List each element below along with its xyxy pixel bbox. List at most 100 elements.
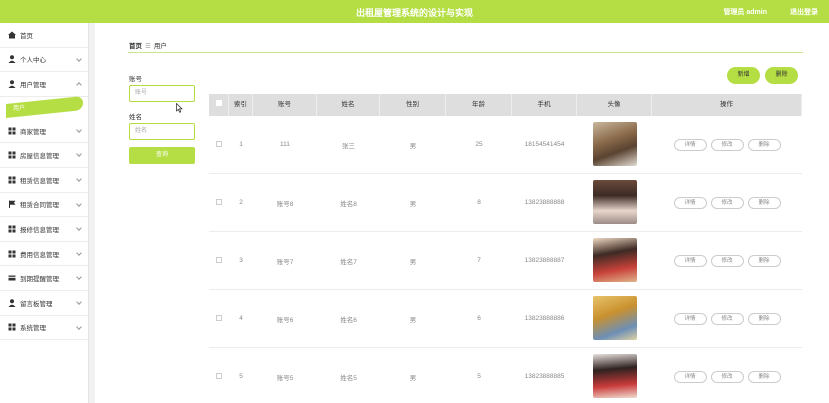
avatar [592, 295, 637, 340]
detail-button[interactable]: 详情 [673, 312, 707, 325]
sidebar-item-message-board[interactable]: 留言板管理 [0, 291, 88, 316]
account-label: 账号 [129, 76, 142, 83]
detail-button[interactable]: 详情 [673, 138, 707, 151]
delete-button[interactable]: 删除 [747, 312, 781, 325]
chevron-down-icon [76, 55, 82, 62]
sidebar-item-label: 商家管理 [20, 128, 46, 136]
mouse-cursor-icon [176, 103, 183, 113]
column-header: 性别 [380, 94, 446, 116]
cell-age: 25 [475, 141, 483, 148]
sidebar-item-repair-info[interactable]: 报修信息管理 [0, 217, 88, 242]
detail-button[interactable]: 详情 [673, 254, 707, 267]
detail-button[interactable]: 详情 [673, 370, 707, 383]
cell-account: 111 [280, 141, 290, 148]
cell-account: 账号8 [276, 200, 294, 208]
sidebar-item-user-management[interactable]: 用户管理 [0, 72, 88, 97]
cell-index: 5 [239, 373, 243, 380]
sidebar-item-label: 费用信息管理 [20, 251, 59, 259]
column-header: 操作 [652, 94, 802, 116]
delete-button[interactable]: 删除 [747, 254, 781, 267]
sidebar-item-fee-info[interactable]: 费用信息管理 [0, 242, 88, 267]
delete-button[interactable]: 删除 [747, 196, 781, 209]
edit-button[interactable]: 修改 [710, 138, 744, 151]
avatar [592, 353, 637, 398]
sidebar-subitem-users[interactable]: 用户 [0, 95, 88, 119]
detail-button[interactable]: 详情 [673, 196, 707, 209]
current-user: 管理员 admin [723, 9, 767, 16]
avatar [592, 121, 637, 166]
breadcrumb-home[interactable]: 首页 [129, 43, 142, 50]
flag-icon [8, 200, 16, 209]
cell-age: 7 [477, 257, 481, 264]
chevron-down-icon [76, 151, 82, 158]
cell-age: 8 [477, 199, 481, 206]
cell-name: 姓名5 [340, 374, 357, 382]
sidebar-item-label: 报修信息管理 [20, 226, 59, 234]
cell-name: 姓名7 [340, 258, 357, 266]
select-all-checkbox[interactable] [215, 100, 222, 106]
cell-gender: 男 [409, 374, 417, 382]
person-icon [8, 299, 16, 307]
edit-button[interactable]: 修改 [710, 196, 744, 209]
sidebar: 首页 个人中心 用户管理 用户 商家管理 房屋信息管理 租赁信息管理 租赁合同管… [0, 23, 89, 403]
edit-button[interactable]: 修改 [710, 370, 744, 383]
cell-phone: 13823888888 [524, 199, 565, 206]
grid-icon [8, 323, 16, 331]
row-checkbox[interactable] [216, 256, 222, 263]
sidebar-item-home[interactable]: 首页 [0, 23, 88, 48]
cell-gender: 男 [409, 258, 417, 266]
table-header: 索引 账号 姓名 性别 年龄 手机 头像 操作 [209, 94, 802, 116]
sidebar-item-label: 房屋信息管理 [20, 153, 59, 161]
grid-icon [8, 176, 16, 184]
edit-button[interactable]: 修改 [710, 312, 744, 325]
chevron-down-icon [76, 249, 82, 256]
cell-account: 账号5 [276, 374, 294, 382]
chevron-down-icon [76, 225, 82, 231]
grid-icon [8, 225, 16, 233]
cell-index: 4 [239, 315, 243, 322]
cell-account: 账号6 [276, 316, 294, 324]
row-checkbox[interactable] [216, 140, 222, 147]
cell-name: 姓名6 [340, 316, 357, 324]
column-header: 年龄 [446, 94, 512, 116]
home-icon [8, 31, 16, 39]
breadcrumb-separator: ☰ [145, 43, 151, 50]
row-checkbox[interactable] [216, 198, 222, 205]
sidebar-item-label: 首页 [20, 32, 33, 40]
chevron-down-icon [76, 126, 82, 133]
chevron-down-icon [76, 274, 82, 281]
sidebar-item-lease-contract[interactable]: 租赁合同管理 [0, 193, 88, 218]
sidebar-item-system-management[interactable]: 系统管理 [0, 316, 88, 341]
column-header: 账号 [253, 94, 317, 116]
delete-button[interactable]: 删除 [747, 138, 781, 151]
logout-link[interactable]: 退出登录 [790, 7, 818, 17]
column-header: 姓名 [317, 94, 380, 116]
breadcrumb-current: 用户 [153, 43, 167, 50]
table-row: 5 账号5 姓名5 男 5 13823888885 详情 修改 删除 [209, 348, 802, 403]
edit-button[interactable]: 修改 [710, 254, 744, 267]
delete-button[interactable]: 删除 [747, 370, 781, 383]
grid-icon [8, 151, 16, 159]
search-button[interactable]: 查询 [129, 147, 195, 164]
sidebar-item-merchant-management[interactable]: 商家管理 [0, 119, 88, 144]
row-checkbox[interactable] [216, 372, 222, 379]
cell-index: 1 [239, 141, 243, 148]
chevron-down-icon [76, 299, 82, 305]
table-row: 2 账号8 姓名8 男 8 13823888888 详情 修改 删除 [209, 174, 802, 232]
table-row: 4 账号6 姓名6 男 6 13823888886 详情 修改 删除 [209, 290, 802, 348]
sidebar-item-lease-info[interactable]: 租赁信息管理 [0, 168, 88, 193]
sidebar-item-label: 到期提醒管理 [20, 276, 59, 284]
row-checkbox[interactable] [216, 314, 222, 321]
sidebar-item-house-info[interactable]: 房屋信息管理 [0, 143, 88, 168]
table-row: 1 111 张三 男 25 18154541454 详情 修改 删除 [209, 116, 802, 174]
cell-phone: 13823888887 [524, 257, 565, 264]
sidebar-item-expiry-reminder[interactable]: 到期提醒管理 [0, 266, 88, 291]
account-input[interactable]: 账号 [129, 85, 195, 102]
sidebar-item-personal-center[interactable]: 个人中心 [0, 48, 88, 73]
bulk-delete-button[interactable]: 删除 [765, 67, 798, 84]
add-button[interactable]: 新增 [727, 67, 760, 84]
cell-phone: 13823888885 [524, 373, 565, 380]
cell-name: 张三 [342, 142, 355, 150]
name-input[interactable]: 姓名 [129, 123, 195, 140]
cell-age: 6 [477, 315, 481, 322]
